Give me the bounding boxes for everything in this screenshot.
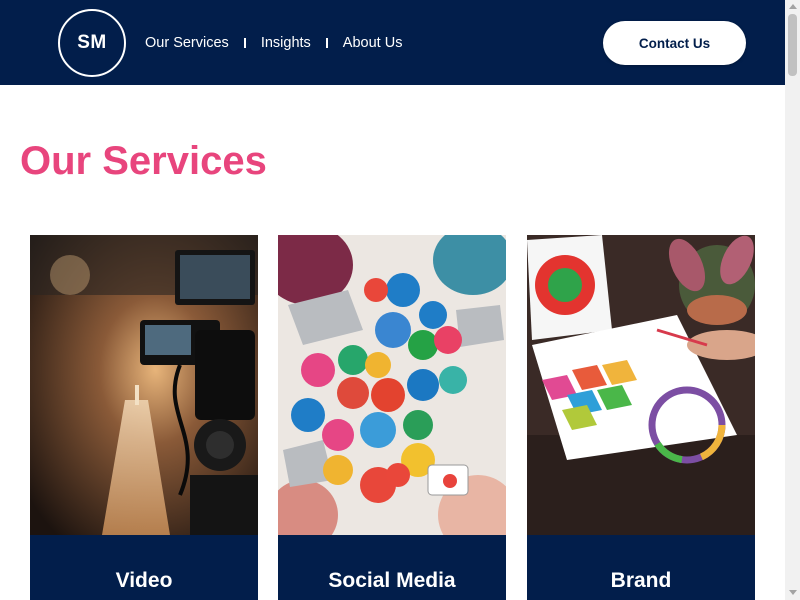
nav-our-services[interactable]: Our Services [145, 35, 229, 51]
nav-insights[interactable]: Insights [261, 35, 311, 51]
card-footer: Video [30, 535, 258, 600]
service-card-brand[interactable]: Brand [527, 235, 755, 600]
page-title: Our Services [20, 139, 267, 183]
service-card-social-media[interactable]: Social Media [278, 235, 506, 600]
vertical-scrollbar[interactable] [785, 0, 800, 600]
card-footer: Social Media [278, 535, 506, 600]
nav-divider [243, 38, 246, 48]
logo[interactable]: SM [58, 9, 126, 77]
card-footer: Brand [527, 535, 755, 600]
nav-divider [325, 38, 328, 48]
contact-us-button[interactable]: Contact Us [603, 21, 746, 65]
video-camera-photo [30, 235, 258, 535]
main-nav: Our Services Insights About Us [145, 33, 402, 53]
card-title: Video [115, 569, 173, 592]
card-title: Social Media [328, 569, 456, 592]
scroll-down-icon[interactable] [789, 590, 797, 595]
scroll-up-icon[interactable] [789, 4, 797, 9]
scrollbar-thumb[interactable] [788, 14, 797, 76]
social-media-icons-photo [278, 235, 506, 535]
service-card-video[interactable]: Video [30, 235, 258, 600]
nav-about-us[interactable]: About Us [343, 35, 403, 51]
brand-strategy-photo [527, 235, 755, 535]
site-header: SM Our Services Insights About Us Contac… [0, 0, 785, 85]
card-title: Brand [610, 569, 672, 592]
